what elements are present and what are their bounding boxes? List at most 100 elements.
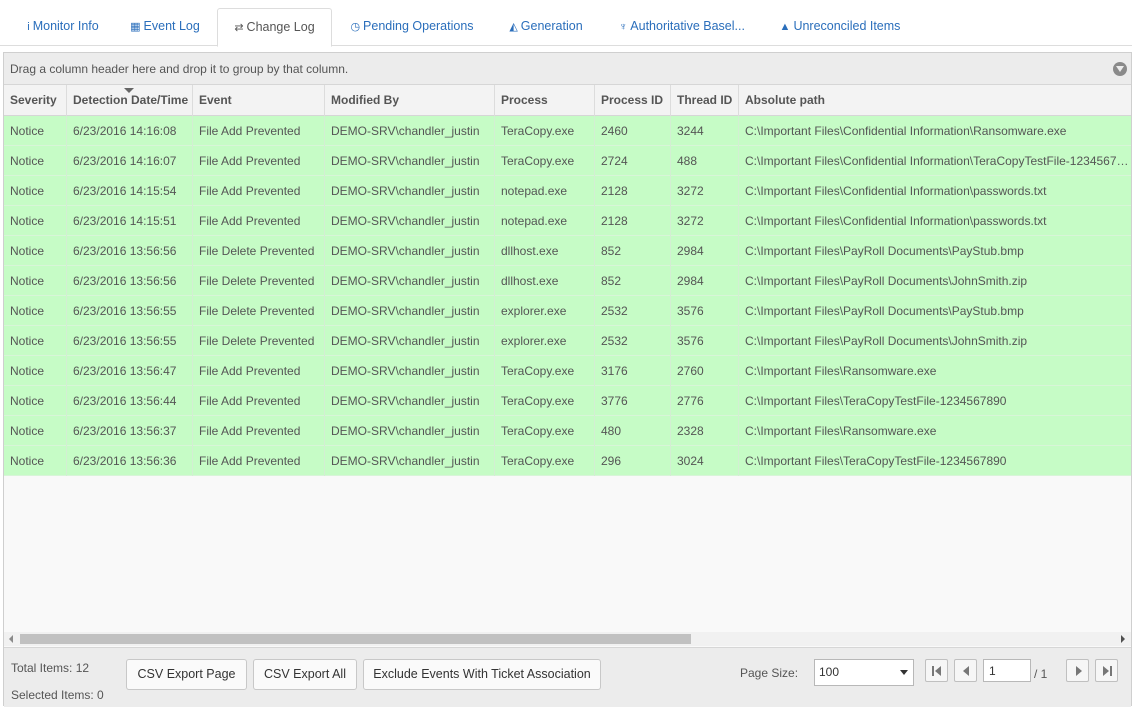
scrollbar-thumb[interactable] <box>20 634 691 644</box>
table-row[interactable]: Notice 6/23/2016 13:56:56 File Delete Prev… <box>4 236 1131 266</box>
table-row[interactable]: Notice 6/23/2016 13:56:37 File Add Prevent… <box>4 416 1131 446</box>
cell-modified-by: DEMO-SRV\chandler_justin <box>324 116 494 146</box>
cell-detection-datetime: 6/23/2016 13:56:56 <box>66 236 192 266</box>
column-header-process-id[interactable]: Process ID <box>594 85 670 116</box>
cell-process: explorer.exe <box>494 296 594 326</box>
cell-modified-by: DEMO-SRV\chandler_justin <box>324 386 494 416</box>
column-header-process[interactable]: Process <box>494 85 594 116</box>
column-header-absolute-path[interactable]: Absolute path <box>738 85 1131 116</box>
cell-severity: Notice <box>10 334 45 348</box>
cell-thread-id: 2328 <box>670 416 738 446</box>
previous-page-button[interactable] <box>954 659 977 682</box>
cell-event: File Add Prevented <box>192 116 324 146</box>
cell-process: TeraCopy.exe <box>494 446 594 476</box>
cell-thread-id: 2776 <box>670 386 738 416</box>
cell-thread-id: 3576 <box>670 326 738 356</box>
table-row[interactable]: Notice 6/23/2016 14:16:08 File Add Prevent… <box>4 116 1131 146</box>
tab-monitor-info[interactable]: i Monitor Info <box>10 8 116 46</box>
tab-pending-operations[interactable]: ◷ Pending Operations <box>340 8 484 46</box>
cell-absolute-path: C:\Important Files\PayRoll Documents\Pay… <box>738 296 1131 326</box>
cell-event: File Delete Prevented <box>192 236 324 266</box>
column-header-event[interactable]: Event <box>192 85 324 116</box>
cell-process-id: 296 <box>594 446 670 476</box>
cell-modified-by: DEMO-SRV\chandler_justin <box>324 266 494 296</box>
column-header-thread-id[interactable]: Thread ID <box>670 85 738 116</box>
scroll-right-icon[interactable] <box>1121 635 1125 643</box>
column-header-modified-by[interactable]: Modified By <box>324 85 494 116</box>
cell-thread-id: 2984 <box>670 266 738 296</box>
tab-event-log[interactable]: ▦ Event Log <box>122 8 208 46</box>
cell-process-id: 2460 <box>594 116 670 146</box>
page-size-label: Page Size: <box>740 666 799 680</box>
group-by-drop-zone[interactable]: Drag a column header here and drop it to… <box>4 53 1131 85</box>
cell-event: File Delete Prevented <box>192 326 324 356</box>
area-chart-icon: ◭ <box>509 21 518 33</box>
cell-absolute-path: C:\Important Files\PayRoll Documents\Joh… <box>738 326 1131 356</box>
table-row[interactable]: Notice 6/23/2016 14:15:54 File Add Prevent… <box>4 176 1131 206</box>
cell-absolute-path: C:\Important Files\Confidential Informat… <box>738 146 1131 176</box>
cell-event: File Add Prevented <box>192 206 324 236</box>
cell-severity: Notice <box>10 154 45 168</box>
cell-severity: Notice <box>10 184 45 198</box>
cell-detection-datetime: 6/23/2016 13:56:56 <box>66 266 192 296</box>
tab-change-log[interactable]: ⇄ Change Log <box>217 8 332 47</box>
current-page-input[interactable] <box>983 659 1031 682</box>
scroll-left-icon[interactable] <box>9 635 13 643</box>
page-size-select[interactable]: 100 <box>814 659 914 686</box>
first-page-button[interactable] <box>925 659 948 682</box>
table-row[interactable]: Notice 6/23/2016 13:56:55 File Delete Prev… <box>4 296 1131 326</box>
table-row[interactable]: Notice 6/23/2016 13:56:47 File Add Prevent… <box>4 356 1131 386</box>
cell-severity: Notice <box>10 364 45 378</box>
cell-detection-datetime: 6/23/2016 14:16:07 <box>66 146 192 176</box>
table-row[interactable]: Notice 6/23/2016 13:56:55 File Delete Prev… <box>4 326 1131 356</box>
table-row[interactable]: Notice 6/23/2016 13:56:56 File Delete Prev… <box>4 266 1131 296</box>
column-header-label: Detection Date/Time <box>73 93 189 107</box>
cell-process: TeraCopy.exe <box>494 146 594 176</box>
tab-unreconciled-items[interactable]: ▲ Unreconciled Items <box>770 8 910 46</box>
cell-modified-by: DEMO-SRV\chandler_justin <box>324 356 494 386</box>
table-row[interactable]: Notice 6/23/2016 13:56:36 File Add Prevent… <box>4 446 1131 476</box>
cell-detection-datetime: 6/23/2016 13:56:44 <box>66 386 192 416</box>
column-menu-icon[interactable] <box>1113 62 1127 76</box>
grid-body: Notice 6/23/2016 14:16:08 File Add Prevent… <box>4 116 1131 476</box>
cell-process-id: 2532 <box>594 296 670 326</box>
cell-event: File Add Prevented <box>192 386 324 416</box>
clock-icon: ◷ <box>350 21 361 33</box>
column-header-severity[interactable]: Severity <box>4 85 66 116</box>
cell-severity: Notice <box>10 214 45 228</box>
table-row[interactable]: Notice 6/23/2016 14:16:07 File Add Prevent… <box>4 146 1131 176</box>
tab-authoritative-baseline[interactable]: ♆ Authoritative Basel... <box>608 8 756 46</box>
cell-severity: Notice <box>10 454 45 468</box>
cell-severity: Notice <box>10 244 45 258</box>
cell-modified-by: DEMO-SRV\chandler_justin <box>324 416 494 446</box>
cell-process: TeraCopy.exe <box>494 356 594 386</box>
total-items-label: Total Items: 12 <box>11 661 90 675</box>
next-page-button[interactable] <box>1066 659 1089 682</box>
cell-modified-by: DEMO-SRV\chandler_justin <box>324 326 494 356</box>
cell-detection-datetime: 6/23/2016 14:16:08 <box>66 116 192 146</box>
table-row[interactable]: Notice 6/23/2016 13:56:44 File Add Prevent… <box>4 386 1131 416</box>
grid-empty-area <box>4 476 1131 632</box>
cell-process-id: 2128 <box>594 176 670 206</box>
csv-export-all-button[interactable]: CSV Export All <box>253 659 357 690</box>
column-header-detection-datetime[interactable]: Detection Date/Time <box>66 85 192 116</box>
exclude-ticket-events-button[interactable]: Exclude Events With Ticket Association <box>363 659 601 690</box>
previous-page-icon <box>963 666 969 676</box>
csv-export-page-button[interactable]: CSV Export Page <box>126 659 247 690</box>
cell-process: TeraCopy.exe <box>494 416 594 446</box>
cell-severity: Notice <box>10 274 45 288</box>
cell-process-id: 852 <box>594 236 670 266</box>
exchange-icon: ⇄ <box>234 22 244 34</box>
cell-process-id: 3776 <box>594 386 670 416</box>
cell-event: File Add Prevented <box>192 416 324 446</box>
tab-label: Event Log <box>143 19 200 33</box>
last-page-button[interactable] <box>1095 659 1118 682</box>
cell-process: dllhost.exe <box>494 266 594 296</box>
tab-generation[interactable]: ◭ Generation <box>496 8 596 46</box>
horizontal-scrollbar[interactable] <box>4 632 1131 646</box>
table-row[interactable]: Notice 6/23/2016 14:15:51 File Add Prevent… <box>4 206 1131 236</box>
cell-process: dllhost.exe <box>494 236 594 266</box>
cell-detection-datetime: 6/23/2016 13:56:37 <box>66 416 192 446</box>
calendar-icon: ▦ <box>130 21 141 33</box>
cell-modified-by: DEMO-SRV\chandler_justin <box>324 176 494 206</box>
